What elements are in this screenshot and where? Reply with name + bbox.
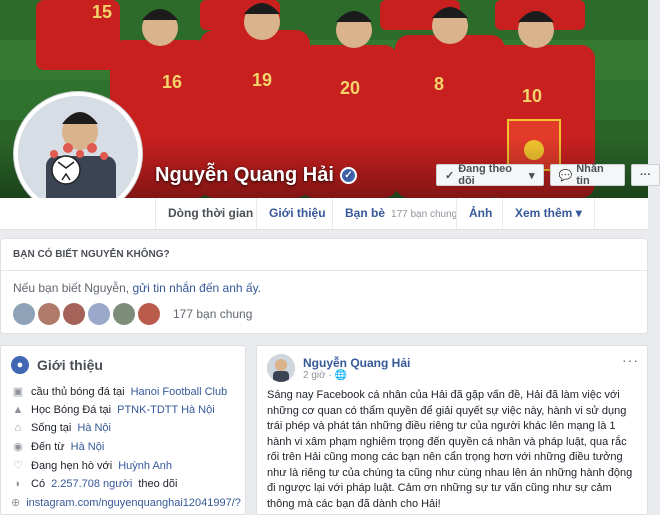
post-author-name[interactable]: Nguyễn Quang Hải (303, 356, 410, 370)
tab-about[interactable]: Giới thiệu (256, 198, 338, 229)
profile-name-block: Nguyễn Quang Hải ✓ (155, 164, 357, 187)
follow-label: Đang theo dõi (458, 163, 512, 187)
post-body: Sáng nay Facebook cá nhân của Hải đã gặp… (267, 389, 633, 510)
globe-icon: ● (11, 356, 29, 374)
intro-row-text: cầu thủ bóng đá tại (31, 385, 125, 398)
jersey-number-8: 8 (434, 74, 444, 94)
rss-icon: ◗ (14, 478, 22, 490)
mutual-friend-avatar[interactable] (63, 303, 85, 325)
post-author-avatar[interactable] (267, 354, 295, 382)
intro-row-text: Sống tại (31, 422, 72, 434)
chevron-down-icon: ▾ (575, 206, 582, 220)
from-link[interactable]: Hà Nội (71, 441, 105, 453)
post-avatar-graphic (267, 354, 295, 382)
tab-timeline-label: Dòng thời gian (168, 206, 254, 220)
home-icon: ⌂ (14, 422, 22, 434)
jersey-number-19: 19 (252, 70, 272, 90)
profile-name: Nguyễn Quang Hải (155, 164, 334, 186)
do-you-know-prefix: Nếu bạn biết Nguyễn, (13, 281, 130, 295)
mutual-friend-avatar[interactable] (13, 303, 35, 325)
briefcase-icon: ▣ (12, 386, 24, 398)
globe-icon: 🌐 (334, 369, 348, 381)
intro-card: ● Giới thiệu ▣ cầu thủ bóng đá tại Hanoi… (0, 345, 246, 515)
profile-tabs: Dòng thời gian Giới thiệu Bạn bè 177 bạn … (0, 198, 648, 230)
work-link[interactable]: Hanoi Football Club (131, 386, 228, 398)
graduation-cap-icon: ▲ (12, 404, 24, 416)
verified-badge-icon: ✓ (339, 167, 357, 184)
message-label: Nhắn tin (576, 163, 604, 187)
tab-friends[interactable]: Bạn bè 177 bạn chung (332, 198, 469, 229)
instagram-link[interactable]: instagram.com/nguyenquanghai12041997/? (26, 497, 241, 509)
map-pin-icon: ◉ (13, 441, 23, 453)
tab-about-label: Giới thiệu (269, 206, 326, 220)
do-you-know-title: BẠN CÓ BIẾT NGUYỄN KHÔNG? (1, 239, 647, 271)
intro-row-work: ▣ cầu thủ bóng đá tại Hanoi Football Clu… (1, 382, 245, 401)
send-message-link[interactable]: gửi tin nhắn đến anh ấy. (132, 281, 261, 295)
post-more-button[interactable]: ··· (622, 352, 639, 368)
tab-friends-label: Bạn bè (345, 206, 386, 220)
mutual-friends-row: 177 bạn chung (1, 295, 647, 333)
post-time: 2 giờ · 🌐 (303, 370, 410, 381)
mutual-friend-avatar[interactable] (113, 303, 135, 325)
more-label: ··· (640, 169, 651, 181)
do-you-know-card: BẠN CÓ BIẾT NGUYỄN KHÔNG? Nếu bạn biết N… (0, 238, 648, 334)
tab-photos[interactable]: Ảnh (456, 198, 504, 229)
avatar-graphic (18, 96, 138, 212)
cover-actions: ✓ Đang theo dõi ▾ 💬 Nhắn tin ··· (436, 163, 660, 187)
intro-row-text: Đang hẹn hò với (31, 459, 113, 472)
intro-row-followers: ◗ Có 2.257.708 người theo dõi (1, 475, 245, 493)
tab-friends-count: 177 bạn chung (391, 209, 458, 220)
message-button[interactable]: 💬 Nhắn tin (549, 163, 625, 187)
lives-link[interactable]: Hà Nội (77, 422, 111, 434)
do-you-know-text: Nếu bạn biết Nguyễn, gửi tin nhắn đến an… (1, 271, 647, 295)
partner-link[interactable]: Huỳnh Anh (118, 460, 172, 472)
intro-row-lives: ⌂ Sống tại Hà Nội (1, 419, 245, 437)
checkmark-icon: ✓ (445, 169, 455, 182)
intro-row-education: ▲ Học Bóng Đá tại PTNK-TDTT Hà Nội (1, 401, 245, 419)
tab-timeline[interactable]: Dòng thời gian (155, 198, 265, 229)
tab-more[interactable]: Xem thêm ▾ (502, 198, 595, 229)
mutual-friend-avatar[interactable] (38, 303, 60, 325)
post-time-text[interactable]: 2 giờ · (303, 370, 332, 381)
mutual-friend-avatar[interactable] (138, 303, 160, 325)
followers-link[interactable]: 2.257.708 người (51, 478, 132, 490)
intro-title: Giới thiệu (37, 357, 103, 373)
post-card: Nguyễn Quang Hải 2 giờ · 🌐 ··· Sáng nay … (256, 345, 648, 515)
jersey-number-15: 15 (92, 2, 112, 22)
intro-row-text: Có (31, 478, 46, 490)
mutual-friends-count[interactable]: 177 bạn chung (173, 307, 252, 321)
mutual-friend-avatar[interactable] (88, 303, 110, 325)
tab-more-label: Xem thêm (515, 206, 573, 220)
education-link[interactable]: PTNK-TDTT Hà Nội (117, 404, 215, 416)
jersey-number-10: 10 (522, 86, 542, 106)
post-header: Nguyễn Quang Hải 2 giờ · 🌐 ··· (257, 346, 647, 388)
intro-row-relationship: ♡ Đang hẹn hò với Huỳnh Anh (1, 456, 245, 475)
intro-row-from: ◉ Đến từ Hà Nội (1, 437, 245, 456)
more-options-button[interactable]: ··· (631, 164, 660, 186)
intro-row-text: Học Bóng Đá tại (31, 404, 112, 416)
messenger-icon: 💬 (558, 169, 573, 182)
intro-header: ● Giới thiệu (1, 346, 245, 382)
follow-button[interactable]: ✓ Đang theo dõi ▾ (436, 163, 544, 187)
globe-icon: ⊕ (11, 497, 21, 509)
intro-row-website: ⊕ instagram.com/nguyenquanghai12041997/? (1, 493, 245, 512)
tab-photos-label: Ảnh (469, 206, 493, 220)
jersey-number-20: 20 (340, 78, 360, 98)
chevron-down-icon: ▾ (528, 169, 535, 182)
intro-row-suffix: theo dõi (138, 478, 178, 490)
intro-row-text: Đến từ (31, 440, 65, 453)
heart-icon: ♡ (13, 460, 23, 472)
jersey-number-16: 16 (162, 72, 182, 92)
